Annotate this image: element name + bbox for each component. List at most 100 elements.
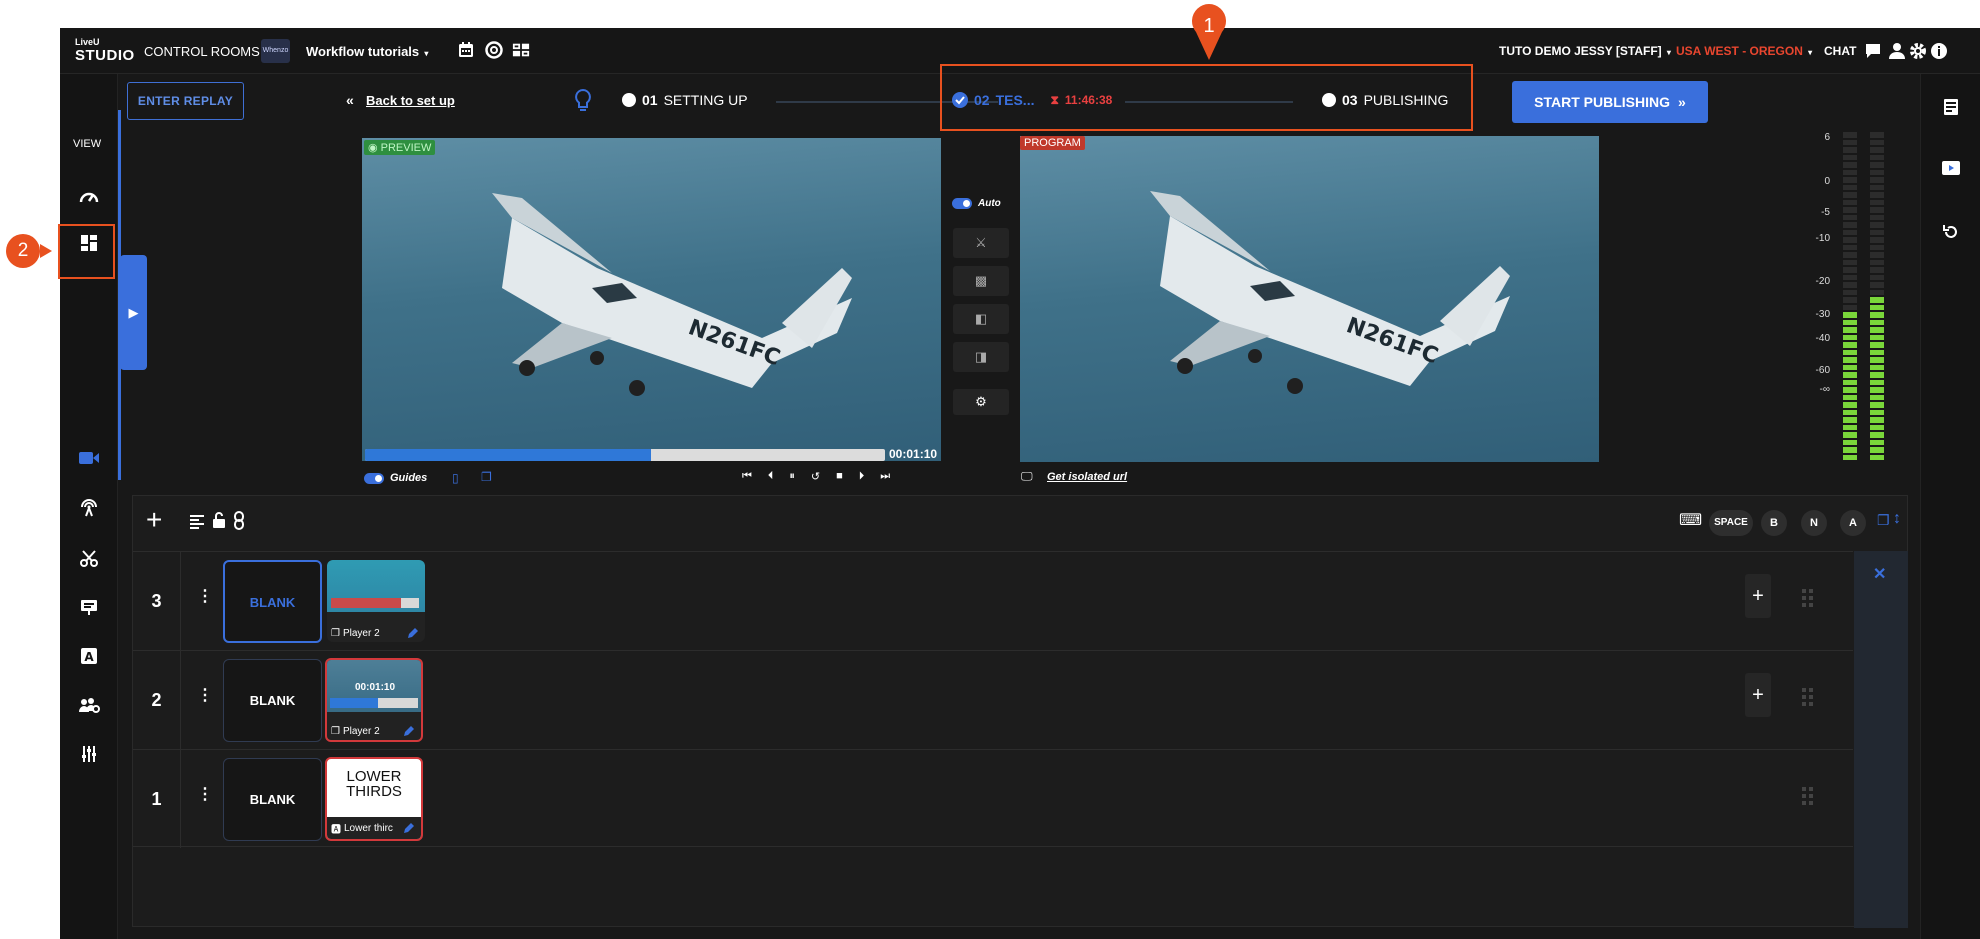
video-camera-icon[interactable] bbox=[75, 444, 103, 472]
broadcast-antenna-icon[interactable] bbox=[75, 494, 103, 522]
plus-icon: + bbox=[1752, 584, 1764, 607]
history-undo-icon[interactable] bbox=[1942, 223, 1960, 241]
meter-segment bbox=[1870, 417, 1884, 423]
drag-handle-icon[interactable] bbox=[1801, 588, 1815, 610]
audio-mixer-icon[interactable] bbox=[75, 740, 103, 768]
fade-transition-button[interactable]: ▩ bbox=[953, 266, 1009, 296]
meter-segment bbox=[1843, 207, 1857, 213]
caption-screen-icon[interactable] bbox=[75, 593, 103, 621]
meter-segment bbox=[1870, 454, 1884, 460]
row-menu-icon[interactable]: ⋮ bbox=[197, 784, 213, 804]
meter-segment bbox=[1843, 334, 1857, 340]
scissors-icon[interactable] bbox=[75, 544, 103, 572]
blank-source[interactable]: BLANK bbox=[223, 560, 322, 643]
close-icon[interactable]: ✕ bbox=[1873, 564, 1886, 584]
chat-bubble-icon[interactable] bbox=[1864, 42, 1882, 60]
start-publishing-button[interactable]: START PUBLISHING » bbox=[1512, 81, 1708, 123]
info-icon[interactable] bbox=[1930, 42, 1948, 60]
player2-clip-live[interactable]: 00:01:10 ❐ Player 2 bbox=[325, 658, 423, 742]
sidebar-expand-tab[interactable]: ▶ bbox=[120, 255, 147, 370]
mobile-guide-icon[interactable]: ▯ bbox=[452, 471, 459, 485]
add-row-icon[interactable]: + bbox=[146, 505, 162, 535]
get-isolated-url-link[interactable]: Get isolated url bbox=[1047, 471, 1127, 483]
expand-vertical-icon[interactable]: ↕ bbox=[1893, 510, 1901, 528]
multiview-layout-icon[interactable] bbox=[512, 41, 530, 59]
meter-segment bbox=[1870, 207, 1884, 213]
pause-icon[interactable]: ⏸ bbox=[789, 470, 795, 483]
meter-scale-label: 0 bbox=[1824, 176, 1830, 187]
link-chain-icon[interactable] bbox=[233, 511, 245, 530]
text-overlay-icon[interactable]: A bbox=[75, 642, 103, 670]
drag-handle-icon[interactable] bbox=[1801, 687, 1815, 709]
preview-progress-bar[interactable] bbox=[365, 449, 885, 461]
calendar-icon[interactable] bbox=[457, 41, 475, 59]
replay-icon[interactable]: ↺ bbox=[811, 470, 820, 483]
program-monitor[interactable]: N261FC PROGRAM bbox=[1020, 136, 1599, 462]
add-source-button[interactable]: + bbox=[1745, 673, 1771, 717]
lightbulb-icon[interactable] bbox=[574, 88, 592, 114]
skip-end-icon[interactable]: ⏭ bbox=[880, 470, 890, 483]
chevron-down-icon: ▾ bbox=[1664, 48, 1671, 57]
gear-icon[interactable] bbox=[1909, 42, 1927, 60]
row-menu-icon[interactable]: ⋮ bbox=[197, 685, 213, 705]
copy-layers-icon[interactable]: ❐ bbox=[1877, 512, 1890, 529]
skip-start-icon[interactable]: ⏮ bbox=[742, 470, 752, 483]
guides-toggle[interactable]: Guides bbox=[364, 472, 427, 484]
align-left-icon[interactable] bbox=[189, 513, 205, 529]
drag-handle-icon[interactable] bbox=[1801, 786, 1815, 808]
copy-layers-icon[interactable]: ❐ bbox=[481, 470, 492, 484]
media-player-icon[interactable] bbox=[1941, 160, 1961, 176]
meter-segment bbox=[1843, 409, 1857, 415]
step-back-icon[interactable]: ⏴ bbox=[768, 470, 774, 483]
transition-settings-button[interactable]: ⚙ bbox=[953, 389, 1009, 415]
meter-segment bbox=[1870, 402, 1884, 408]
preview-monitor[interactable]: N261FC ◉ PREVIEW bbox=[362, 138, 941, 461]
liveu-studio-logo[interactable]: LiveU STUDIO bbox=[75, 36, 135, 63]
meter-scale-label: -20 bbox=[1815, 276, 1830, 287]
enter-replay-button[interactable]: ENTER REPLAY bbox=[127, 82, 244, 120]
pencil-icon[interactable] bbox=[403, 822, 415, 834]
preview-progress-fill bbox=[365, 449, 651, 461]
keyboard-shortcuts-icon[interactable]: ⌨ bbox=[1679, 510, 1702, 530]
step-forward-icon[interactable]: ⏵ bbox=[859, 470, 865, 483]
region-selector[interactable]: USA WEST - OREGON ▾ bbox=[1676, 44, 1812, 58]
meter-segment bbox=[1843, 424, 1857, 430]
playback-controls: ⏮ ⏴ ⏸ ↺ ■ ⏵ ⏭ bbox=[742, 470, 890, 483]
wipe-transition-button[interactable]: ◧ bbox=[953, 304, 1009, 334]
monitor-icon: 🖵 bbox=[1021, 469, 1033, 483]
meter-segment bbox=[1843, 402, 1857, 408]
guides-label: Guides bbox=[390, 472, 428, 484]
lifebuoy-icon[interactable] bbox=[485, 41, 503, 59]
rundown-list-icon[interactable] bbox=[1943, 98, 1959, 116]
lower-thirds-clip[interactable]: LOWER THIRDS 🅰 Lower thirc bbox=[325, 757, 423, 841]
stop-icon[interactable]: ■ bbox=[836, 470, 843, 483]
clip-thumbnail: 00:01:10 bbox=[327, 660, 421, 712]
add-source-button[interactable]: + bbox=[1745, 574, 1771, 618]
blank-source[interactable]: BLANK bbox=[223, 659, 322, 742]
workspace-selector[interactable]: Workflow tutorials ▾ bbox=[306, 44, 428, 59]
row-menu-icon[interactable]: ⋮ bbox=[197, 586, 213, 606]
unlock-icon[interactable] bbox=[211, 511, 227, 529]
step-setting-up[interactable]: 01 SETTING UP bbox=[622, 92, 748, 108]
user-icon[interactable] bbox=[1888, 42, 1906, 60]
back-to-setup-link[interactable]: Back to set up bbox=[366, 93, 455, 108]
guests-settings-icon[interactable] bbox=[75, 691, 103, 719]
pencil-icon[interactable] bbox=[407, 627, 419, 639]
meter-segment bbox=[1870, 229, 1884, 235]
slide-transition-button[interactable]: ◨ bbox=[953, 342, 1009, 372]
meter-segment bbox=[1843, 379, 1857, 385]
shortcut-b[interactable]: B bbox=[1761, 510, 1787, 536]
chat-label[interactable]: CHAT bbox=[1824, 44, 1856, 58]
meter-segment bbox=[1870, 439, 1884, 445]
blank-source[interactable]: BLANK bbox=[223, 758, 322, 841]
player2-clip[interactable]: ❐ Player 2 bbox=[327, 560, 425, 642]
user-menu[interactable]: TUTO DEMO JESSY [STAFF] ▾ bbox=[1499, 44, 1671, 58]
shortcut-n[interactable]: N bbox=[1801, 510, 1827, 536]
cut-transition-button[interactable]: ⚔ bbox=[953, 228, 1009, 258]
pencil-icon[interactable] bbox=[403, 725, 415, 737]
auto-transition-toggle[interactable]: Auto bbox=[952, 198, 1001, 209]
control-rooms-link[interactable]: CONTROL ROOMS bbox=[144, 44, 260, 59]
shortcut-space[interactable]: SPACE bbox=[1709, 510, 1753, 536]
dashboard-gauge-icon[interactable] bbox=[75, 182, 103, 210]
shortcut-a[interactable]: A bbox=[1840, 510, 1866, 536]
